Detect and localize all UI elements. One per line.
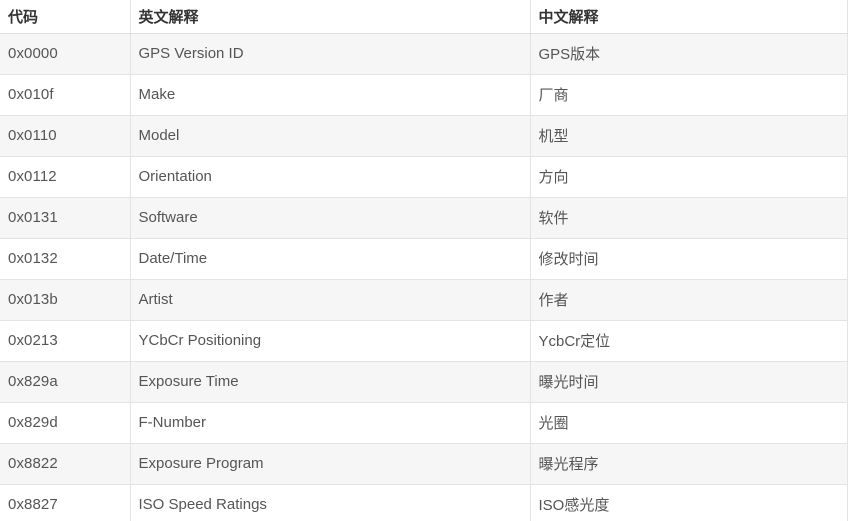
cell-chinese: 厂商 xyxy=(530,74,848,116)
cell-code: 0x0110 xyxy=(0,115,131,157)
table-header: 代码 英文解释 中文解释 xyxy=(0,0,848,34)
cell-code: 0x8822 xyxy=(0,443,131,485)
cell-english: Software xyxy=(130,197,531,239)
table-scroll-container[interactable]: 代码 英文解释 中文解释 0x0000 GPS Version ID GPS版本 0x… xyxy=(0,0,853,521)
cell-chinese: 曝光程序 xyxy=(530,443,848,485)
table-row: 0x013b Artist 作者 xyxy=(0,279,848,321)
cell-english: Date/Time xyxy=(130,238,531,280)
cell-code: 0x829d xyxy=(0,402,131,444)
cell-english: Orientation xyxy=(130,156,531,198)
cell-chinese: 机型 xyxy=(530,115,848,157)
cell-code: 0x010f xyxy=(0,74,131,116)
cell-chinese: YcbCr定位 xyxy=(530,320,848,362)
cell-english: GPS Version ID xyxy=(130,33,531,75)
table-row: 0x0132 Date/Time 修改时间 xyxy=(0,238,848,280)
cell-chinese: 光圈 xyxy=(530,402,848,444)
cell-code: 0x829a xyxy=(0,361,131,403)
table-row: 0x0000 GPS Version ID GPS版本 xyxy=(0,33,848,75)
table-row: 0x0213 YCbCr Positioning YcbCr定位 xyxy=(0,320,848,362)
cell-chinese: 方向 xyxy=(530,156,848,198)
cell-english: Exposure Program xyxy=(130,443,531,485)
cell-chinese: 曝光时间 xyxy=(530,361,848,403)
cell-english: Model xyxy=(130,115,531,157)
cell-english: Exposure Time xyxy=(130,361,531,403)
cell-english: ISO Speed Ratings xyxy=(130,484,531,521)
cell-chinese: 软件 xyxy=(530,197,848,239)
cell-code: 0x0131 xyxy=(0,197,131,239)
cell-english: F-Number xyxy=(130,402,531,444)
table-row: 0x829a Exposure Time 曝光时间 xyxy=(0,361,848,403)
table-body: 0x0000 GPS Version ID GPS版本 0x010f Make 厂商 0x0… xyxy=(0,33,848,521)
cell-code: 0x0112 xyxy=(0,156,131,198)
column-header-english: 英文解释 xyxy=(130,0,531,34)
table-row: 0x0131 Software 软件 xyxy=(0,197,848,239)
cell-code: 0x0132 xyxy=(0,238,131,280)
table-header-row: 代码 英文解释 中文解释 xyxy=(0,0,848,34)
table-row: 0x829d F-Number 光圈 xyxy=(0,402,848,444)
cell-code: 0x0213 xyxy=(0,320,131,362)
cell-code: 0x8827 xyxy=(0,484,131,521)
cell-code: 0x013b xyxy=(0,279,131,321)
cell-english: Artist xyxy=(130,279,531,321)
cell-english: YCbCr Positioning xyxy=(130,320,531,362)
column-header-code: 代码 xyxy=(0,0,131,34)
cell-code: 0x0000 xyxy=(0,33,131,75)
cell-chinese: 修改时间 xyxy=(530,238,848,280)
cell-english: Make xyxy=(130,74,531,116)
cell-chinese: 作者 xyxy=(530,279,848,321)
table-row: 0x0112 Orientation 方向 xyxy=(0,156,848,198)
exif-tag-table: 代码 英文解释 中文解释 0x0000 GPS Version ID GPS版本 0x… xyxy=(0,0,848,521)
cell-chinese: GPS版本 xyxy=(530,33,848,75)
cell-chinese: ISO感光度 xyxy=(530,484,848,521)
column-header-chinese: 中文解释 xyxy=(530,0,848,34)
table-row: 0x0110 Model 机型 xyxy=(0,115,848,157)
table-row: 0x8827 ISO Speed Ratings ISO感光度 xyxy=(0,484,848,521)
table-row: 0x8822 Exposure Program 曝光程序 xyxy=(0,443,848,485)
table-row: 0x010f Make 厂商 xyxy=(0,74,848,116)
